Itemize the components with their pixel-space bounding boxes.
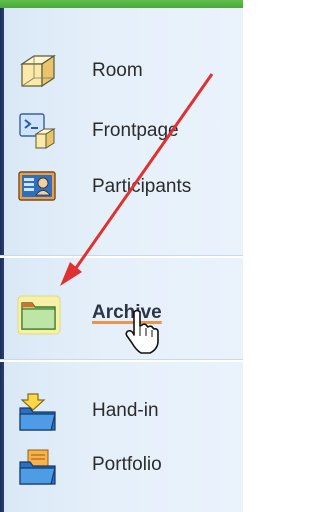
sidebar-item-label: Participants: [92, 176, 192, 197]
sidebar-panel: Room Frontpage Participants Archive Hand…: [0, 0, 243, 512]
sidebar-item-frontpage[interactable]: Frontpage: [0, 104, 243, 156]
hand-in-folder-icon: [16, 392, 62, 432]
archive-folder-icon: [16, 294, 62, 335]
sidebar-item-room[interactable]: Room: [0, 44, 243, 96]
cube-icon: [16, 52, 62, 92]
participants-icon: [16, 168, 62, 208]
sidebar-item-label: Hand-in: [92, 400, 159, 421]
sidebar-item-label: Room: [92, 60, 143, 81]
portfolio-folder-icon: [16, 446, 62, 486]
sidebar-item-label: Frontpage: [92, 120, 179, 141]
sidebar-item-label: Portfolio: [92, 454, 162, 475]
top-bar: [0, 0, 243, 8]
sidebar-item-participants[interactable]: Participants: [0, 160, 243, 212]
section-divider: [0, 360, 243, 362]
section-divider: [0, 256, 243, 258]
frontpage-icon: [16, 112, 62, 152]
sidebar-item-hand-in[interactable]: Hand-in: [0, 384, 243, 436]
hand-cursor-icon: [125, 309, 159, 354]
sidebar-item-portfolio[interactable]: Portfolio: [0, 438, 243, 490]
sidebar-item-archive[interactable]: Archive: [0, 286, 243, 338]
